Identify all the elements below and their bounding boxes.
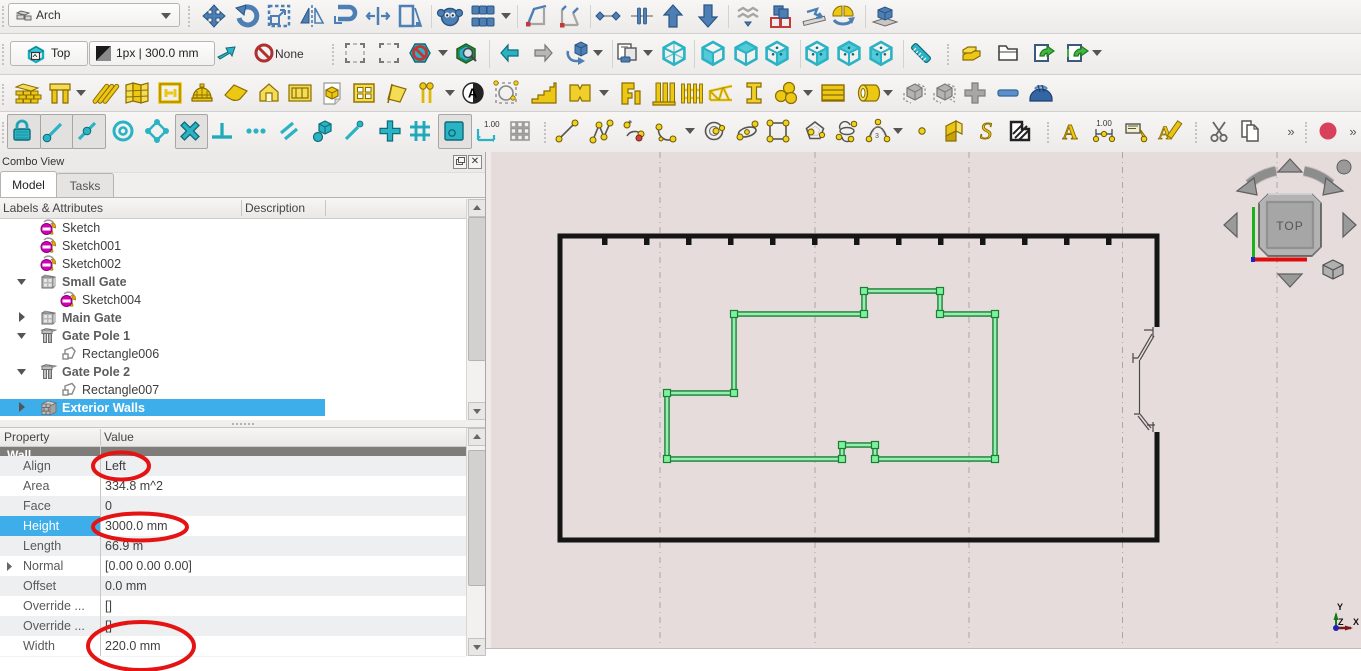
svg-text:A: A bbox=[468, 86, 478, 101]
svg-text:TOP: TOP bbox=[1276, 219, 1303, 233]
svg-text:A: A bbox=[1062, 120, 1078, 144]
svg-text:S: S bbox=[980, 119, 992, 145]
svg-text:Z: Z bbox=[1338, 617, 1344, 627]
svg-text:X: X bbox=[1353, 617, 1359, 627]
svg-text:3: 3 bbox=[875, 133, 879, 140]
svg-text:1.00: 1.00 bbox=[484, 120, 500, 129]
svg-text:»: » bbox=[1287, 124, 1294, 139]
svg-text:None: None bbox=[275, 47, 304, 61]
svg-text:1.00: 1.00 bbox=[1096, 119, 1112, 128]
svg-text:»: » bbox=[1349, 124, 1356, 139]
svg-text:Y: Y bbox=[1337, 602, 1343, 612]
